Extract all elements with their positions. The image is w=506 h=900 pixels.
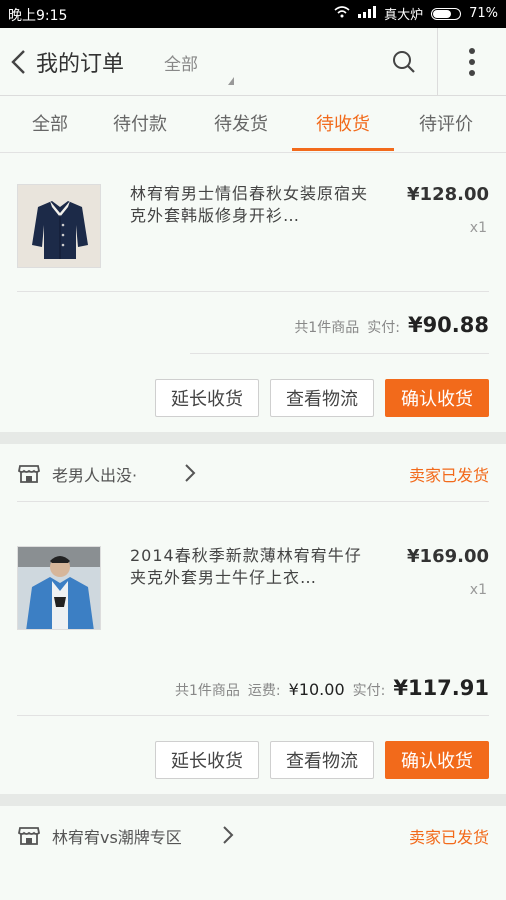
item-count: 共1件商品 xyxy=(294,320,360,336)
wifi-icon xyxy=(334,5,350,22)
order-card: 林宥宥vs潮牌专区 卖家已发货 xyxy=(0,806,506,900)
header-divider xyxy=(437,28,438,95)
shipping-fee: ¥10.00 xyxy=(288,680,345,699)
status-time: 晚上9:15 xyxy=(8,8,68,24)
chevron-right-icon xyxy=(222,825,234,845)
chevron-right-icon xyxy=(184,463,196,483)
jacket-image xyxy=(18,185,100,267)
shop-icon xyxy=(17,824,41,846)
shop-name[interactable]: 林宥宥vs潮牌专区 xyxy=(52,824,182,848)
status-right: 真大炉 71% xyxy=(334,4,498,23)
view-logistics-button[interactable]: 查看物流 xyxy=(270,741,374,779)
order-filter-dropdown[interactable]: 全部 xyxy=(164,50,198,75)
product-title[interactable]: 林宥宥男士情侣春秋女装原宿夹克外套韩版修身开衫… xyxy=(130,183,370,227)
battery-percent: 71% xyxy=(469,6,498,21)
confirm-receipt-button[interactable]: 确认收货 xyxy=(385,741,489,779)
extend-receipt-button[interactable]: 延长收货 xyxy=(155,741,259,779)
section-gap xyxy=(0,794,506,806)
product-price: ¥169.00 xyxy=(407,546,489,567)
tab-pending-review[interactable]: 待评价 xyxy=(396,110,496,136)
chevron-left-icon xyxy=(11,50,25,74)
paid-label: 实付: xyxy=(352,683,386,699)
divider xyxy=(190,353,489,354)
tab-all[interactable]: 全部 xyxy=(0,110,100,136)
paid-amount: ¥90.88 xyxy=(407,313,489,337)
item-count: 共1件商品 xyxy=(175,683,240,699)
divider xyxy=(17,501,489,502)
paid-amount: ¥117.91 xyxy=(393,676,489,700)
confirm-receipt-button[interactable]: 确认收货 xyxy=(385,379,489,417)
product-quantity: x1 xyxy=(469,582,487,598)
divider xyxy=(17,291,489,292)
order-card: 老男人出没· 卖家已发货 2014春秋季新款薄林宥宥牛仔夹克外套男士牛仔上衣… … xyxy=(0,444,506,794)
order-summary: 共1件商品 运费: ¥10.00 实付: ¥117.91 xyxy=(175,676,489,700)
battery-icon xyxy=(431,7,462,20)
order-summary: 共1件商品 实付: ¥90.88 xyxy=(294,313,489,337)
more-menu-button[interactable] xyxy=(462,44,482,80)
shop-row[interactable]: 林宥宥vs潮牌专区 卖家已发货 xyxy=(0,806,506,866)
signal-icon xyxy=(358,5,377,22)
shipping-label: 运费: xyxy=(247,683,281,699)
order-tabs: 全部 待付款 待发货 待收货 待评价 xyxy=(0,96,506,153)
order-status: 卖家已发货 xyxy=(408,828,489,847)
dropdown-caret-icon xyxy=(228,77,234,85)
shop-name[interactable]: 老男人出没· xyxy=(52,462,137,486)
product-price: ¥128.00 xyxy=(407,184,489,205)
carrier-label: 真大炉 xyxy=(384,8,424,23)
app-header: 我的订单 全部 xyxy=(0,28,506,96)
tab-pending-shipment[interactable]: 待发货 xyxy=(191,110,291,136)
denim-jacket-image xyxy=(18,547,100,629)
order-card: 林宥宥男士情侣春秋女装原宿夹克外套韩版修身开衫… ¥128.00 x1 共1件商… xyxy=(0,153,506,432)
view-logistics-button[interactable]: 查看物流 xyxy=(270,379,374,417)
order-status: 卖家已发货 xyxy=(408,466,489,485)
product-thumbnail[interactable] xyxy=(17,184,101,268)
product-title[interactable]: 2014春秋季新款薄林宥宥牛仔夹克外套男士牛仔上衣… xyxy=(130,545,370,589)
active-tab-indicator xyxy=(292,148,394,151)
search-icon xyxy=(393,51,415,73)
paid-label: 实付: xyxy=(367,320,400,336)
section-gap xyxy=(0,432,506,444)
status-bar: 晚上9:15 真大炉 71% xyxy=(0,0,506,28)
product-thumbnail[interactable] xyxy=(17,546,101,630)
tab-pending-payment[interactable]: 待付款 xyxy=(90,110,190,136)
shop-icon xyxy=(17,462,41,484)
shop-row[interactable]: 老男人出没· 卖家已发货 xyxy=(0,444,506,504)
page-title: 我的订单 xyxy=(36,52,125,77)
search-button[interactable] xyxy=(390,48,418,76)
tab-pending-receipt[interactable]: 待收货 xyxy=(293,110,393,136)
more-vertical-icon xyxy=(469,48,475,76)
back-button[interactable] xyxy=(8,48,30,76)
divider xyxy=(17,715,489,716)
extend-receipt-button[interactable]: 延长收货 xyxy=(155,379,259,417)
product-quantity: x1 xyxy=(469,220,487,236)
